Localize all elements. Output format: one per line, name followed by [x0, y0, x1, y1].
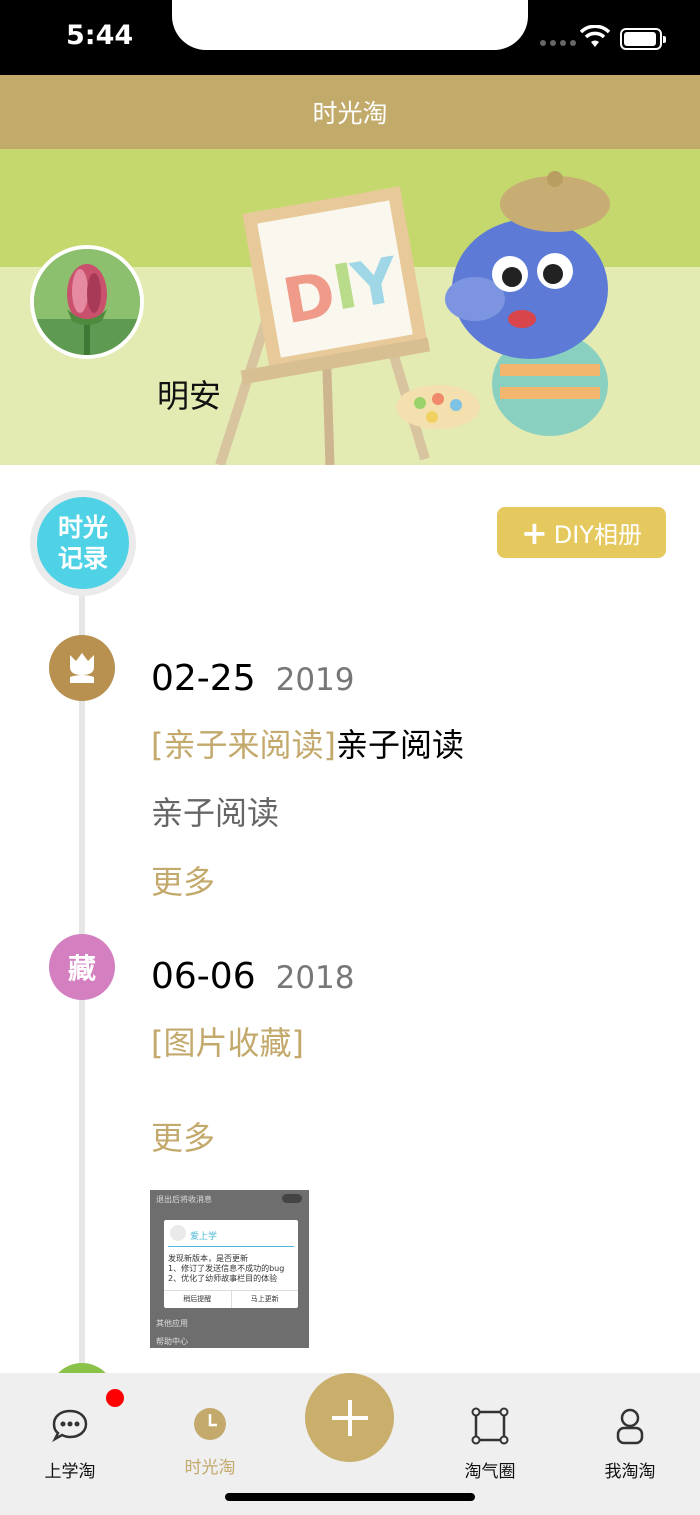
flower-bud-avatar-image: [34, 249, 140, 355]
thumb-dialog-buttons: 稍后提醒 马上更新: [164, 1290, 298, 1308]
screen-notch: [172, 0, 528, 50]
entry-date-year: 2019: [275, 662, 355, 698]
clock-icon: [189, 1403, 231, 1445]
entry-date: 06-06 2018: [151, 956, 355, 997]
entry-body: 亲子阅读: [151, 794, 280, 832]
person-icon: [609, 1405, 651, 1447]
plus-icon: [331, 1399, 368, 1436]
tab-time[interactable]: 时光淘: [140, 1373, 280, 1493]
entry-title[interactable]: [亲子来阅读]亲子阅读: [151, 720, 464, 766]
page-title: 时光淘: [312, 99, 388, 128]
thumb-dialog-text: 2、优化了幼师故事栏目的体验: [168, 1274, 278, 1283]
nav-bar: 时光淘: [0, 75, 700, 149]
status-time: 5:44: [66, 20, 134, 51]
profile-banner: D I Y 明安: [0, 149, 700, 465]
add-post-button[interactable]: [305, 1373, 394, 1462]
tab-label: 上学淘: [44, 1462, 96, 1482]
tab-label: 时光淘: [184, 1458, 236, 1478]
notification-badge: [106, 1389, 124, 1407]
entry-more-link[interactable]: 更多: [151, 1113, 215, 1159]
thumb-row-text: 其他应用: [156, 1319, 188, 1328]
diy-album-label: DIY相册: [553, 521, 643, 549]
entry-title[interactable]: [图片收藏]: [151, 1018, 304, 1064]
entry-date: 02-25 2019: [151, 658, 355, 699]
thumb-dialog-title: 爱上学: [190, 1232, 218, 1242]
user-name: 明安: [157, 377, 222, 415]
diy-album-button[interactable]: + DIY相册: [497, 507, 666, 558]
entry-date-day: 02-25: [151, 658, 256, 699]
tab-label: 淘气圈: [464, 1462, 516, 1482]
tab-me[interactable]: 我淘淘: [560, 1373, 700, 1493]
thumb-row-text: 退出后将收消息: [156, 1195, 212, 1204]
thumb-update-dialog: 爱上学 发现新版本，是否更新 1、修订了发送信息不成功的bug 2、优化了幼师故…: [164, 1220, 298, 1308]
thumb-btn-later: 稍后提醒: [183, 1295, 212, 1303]
thumb-row-text: 帮助中心: [156, 1337, 188, 1346]
battery-icon: [620, 28, 666, 50]
signal-icon: [540, 40, 576, 46]
tab-circle[interactable]: 淘气圈: [420, 1373, 560, 1493]
chat-bubble-icon: [49, 1405, 91, 1447]
collection-icon: 藏: [49, 934, 115, 1000]
plus-icon: +: [520, 513, 548, 552]
timeline-section[interactable]: 时光记录 + DIY相册 02-25 2019 [亲子来阅读]亲子阅读 亲子阅读…: [0, 465, 700, 1373]
next-entry-icon: [49, 1363, 115, 1373]
time-record-badge: 时光记录: [30, 490, 136, 596]
entry-image-thumbnail[interactable]: 退出后将收消息 爱上学 发现新版本，是否更新 1、修订了发送信息不成功的bug …: [150, 1190, 309, 1348]
tab-label: 我淘淘: [604, 1462, 656, 1482]
thumb-app-icon: [170, 1225, 186, 1241]
entry-category-tag[interactable]: [亲子来阅读]: [151, 726, 336, 764]
time-record-label: 时光记录: [37, 497, 129, 589]
entry-date-day: 06-06: [151, 956, 256, 997]
home-indicator: [225, 1493, 475, 1501]
thumb-toggle: [282, 1194, 302, 1203]
diy-easel-mascot-illustration: D I Y: [215, 171, 610, 465]
tab-bar: 上学淘 时光淘 淘气圈 我淘淘: [0, 1373, 700, 1515]
status-bar: 5:44: [0, 0, 700, 75]
thumb-dialog-divider: [168, 1246, 294, 1247]
wifi-icon: [580, 25, 610, 47]
square-frame-icon: [469, 1405, 511, 1447]
tulip-icon: [49, 635, 115, 701]
thumb-btn-update: 马上更新: [230, 1291, 299, 1308]
entry-title-text: 亲子阅读: [335, 726, 464, 764]
entry-category-tag[interactable]: [图片收藏]: [151, 1024, 304, 1062]
entry-date-year: 2018: [275, 960, 355, 996]
entry-more-link[interactable]: 更多: [151, 857, 215, 903]
avatar[interactable]: [30, 245, 144, 359]
